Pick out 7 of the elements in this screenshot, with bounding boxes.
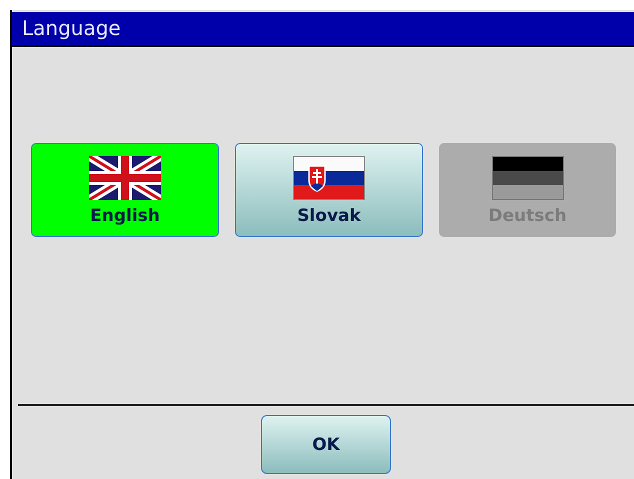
flag-icon [293, 156, 365, 200]
window-title: Language [12, 12, 634, 47]
ok-button[interactable]: OK [261, 415, 391, 474]
flag-icon [492, 156, 564, 200]
language-button[interactable]: Slovak [235, 143, 423, 237]
flag-icon [89, 156, 161, 200]
language-button[interactable]: English [31, 143, 219, 237]
